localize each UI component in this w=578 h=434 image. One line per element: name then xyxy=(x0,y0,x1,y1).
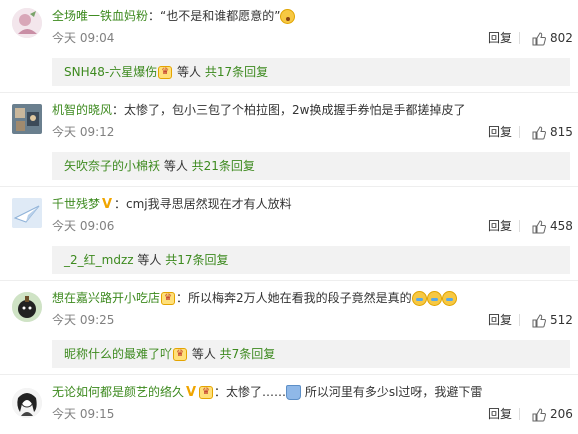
reply-button[interactable]: 回复 xyxy=(488,406,512,422)
vip-badge-icon: ♛ xyxy=(158,66,173,79)
sub-reply-mid-text: 等人 xyxy=(173,65,205,79)
timestamp: 今天 09:12 xyxy=(52,125,115,139)
comment-text: ：太惨了，包小三包了个柏拉图，2w换成握手券怕是手都搓掉皮了 xyxy=(112,103,466,117)
like-button[interactable]: 815 xyxy=(532,124,573,140)
like-count: 458 xyxy=(550,219,573,233)
sub-reply-count-link[interactable]: 共7条回复 xyxy=(220,347,276,361)
username-link[interactable]: 机智的晓风 xyxy=(52,103,112,117)
sub-reply-user[interactable]: 矢吹奈子的小棉袄 xyxy=(64,159,160,173)
reply-button[interactable]: 回复 xyxy=(488,124,512,140)
username-link[interactable]: 无论如何都是颜艺的络久 xyxy=(52,385,184,399)
comment-body: 无论如何都是颜艺的络久 V ♛ ：太惨了…… 所以河里有多少sl过呀，我避下雷 xyxy=(52,383,482,401)
reply-button[interactable]: 回复 xyxy=(488,312,512,328)
like-count: 512 xyxy=(550,313,573,327)
like-button[interactable]: 512 xyxy=(532,312,573,328)
verified-v-icon: V xyxy=(185,385,197,400)
thumbs-up-icon xyxy=(532,31,546,45)
vip-badge-icon: ♛ xyxy=(161,292,176,305)
sub-replies-bar[interactable]: _2_红_mdzz 等人 共17条回复 xyxy=(52,246,570,274)
crying-emoji-icon xyxy=(411,291,427,306)
comment-text: 所以河里有多少sl过呀，我避下雷 xyxy=(301,385,483,399)
vip-badge-icon: ♛ xyxy=(199,386,214,399)
like-button[interactable]: 802 xyxy=(532,30,573,46)
timestamp: 今天 09:06 xyxy=(52,219,115,233)
like-count: 802 xyxy=(550,31,573,45)
divider xyxy=(0,374,578,375)
comment-text: ：cmj我寻思居然现在才有人放料 xyxy=(114,197,292,211)
like-count: 815 xyxy=(550,125,573,139)
sub-reply-mid-text: 等人 xyxy=(160,159,192,173)
thumbs-up-icon xyxy=(532,125,546,139)
username-link[interactable]: 想在嘉兴路开小吃店 xyxy=(52,291,160,305)
timestamp: 今天 09:04 xyxy=(52,31,115,45)
comment-text: ：太惨了…… xyxy=(214,385,287,399)
verified-v-icon: V xyxy=(101,197,113,212)
divider xyxy=(519,314,520,326)
sub-reply-count-link[interactable]: 共17条回复 xyxy=(205,65,268,79)
crying-emoji-icon xyxy=(441,291,457,306)
sub-reply-user[interactable]: _2_红_mdzz xyxy=(64,253,134,267)
timestamp: 今天 09:15 xyxy=(52,407,115,421)
comment-body: 机智的晓风：太惨了，包小三包了个柏拉图，2w换成握手券怕是手都搓掉皮了 xyxy=(52,101,465,119)
divider xyxy=(0,280,578,281)
sub-reply-mid-text: 等人 xyxy=(188,347,220,361)
divider xyxy=(0,186,578,187)
comment-body: 千世残梦 V ：cmj我寻思居然现在才有人放料 xyxy=(52,195,292,213)
comment-body: 想在嘉兴路开小吃店 ♛ ：所以梅奔2万人她在看我的段子竟然是真的 xyxy=(52,289,457,307)
divider xyxy=(519,220,520,232)
thumbs-up-icon xyxy=(532,219,546,233)
avatar[interactable] xyxy=(12,8,42,38)
username-link[interactable]: 千世残梦 xyxy=(52,197,100,211)
sub-replies-bar[interactable]: 昵称什么的最难了吖 ♛ 等人 共7条回复 xyxy=(52,340,570,368)
comment-text: ：所以梅奔2万人她在看我的段子竟然是真的 xyxy=(176,291,412,305)
sub-replies-bar[interactable]: 矢吹奈子的小棉袄 等人 共21条回复 xyxy=(52,152,570,180)
sub-reply-mid-text: 等人 xyxy=(133,253,166,267)
trophy-emoji-icon xyxy=(286,385,302,400)
divider xyxy=(519,126,520,138)
avatar[interactable] xyxy=(12,292,42,322)
sub-reply-count-link[interactable]: 共21条回复 xyxy=(192,159,255,173)
thumbs-up-icon xyxy=(532,407,546,421)
reply-button[interactable]: 回复 xyxy=(488,218,512,234)
avatar[interactable] xyxy=(12,104,42,134)
thumbs-up-icon xyxy=(532,313,546,327)
sub-replies-bar[interactable]: SNH48-六星爆伤 ♛ 等人 共17条回复 xyxy=(52,58,570,86)
comment-body: 全场唯一铁血妈粉：“也不是和谁都愿意的” xyxy=(52,7,296,25)
avatar[interactable] xyxy=(12,198,42,228)
sub-reply-user[interactable]: 昵称什么的最难了吖 xyxy=(64,347,172,361)
shocked-emoji-icon xyxy=(280,9,296,24)
sub-reply-user[interactable]: SNH48-六星爆伤 xyxy=(64,65,157,79)
crying-emoji-icon xyxy=(426,291,442,306)
comment-text: ：“也不是和谁都愿意的” xyxy=(148,9,281,23)
like-count: 206 xyxy=(550,407,573,421)
sub-reply-count-link[interactable]: 共17条回复 xyxy=(165,253,228,267)
divider xyxy=(0,92,578,93)
like-button[interactable]: 206 xyxy=(532,406,573,422)
vip-badge-icon: ♛ xyxy=(173,348,188,361)
divider xyxy=(519,32,520,44)
avatar[interactable] xyxy=(12,388,42,418)
divider xyxy=(519,408,520,420)
timestamp: 今天 09:25 xyxy=(52,313,115,327)
username-link[interactable]: 全场唯一铁血妈粉 xyxy=(52,9,148,23)
like-button[interactable]: 458 xyxy=(532,218,573,234)
reply-button[interactable]: 回复 xyxy=(488,30,512,46)
